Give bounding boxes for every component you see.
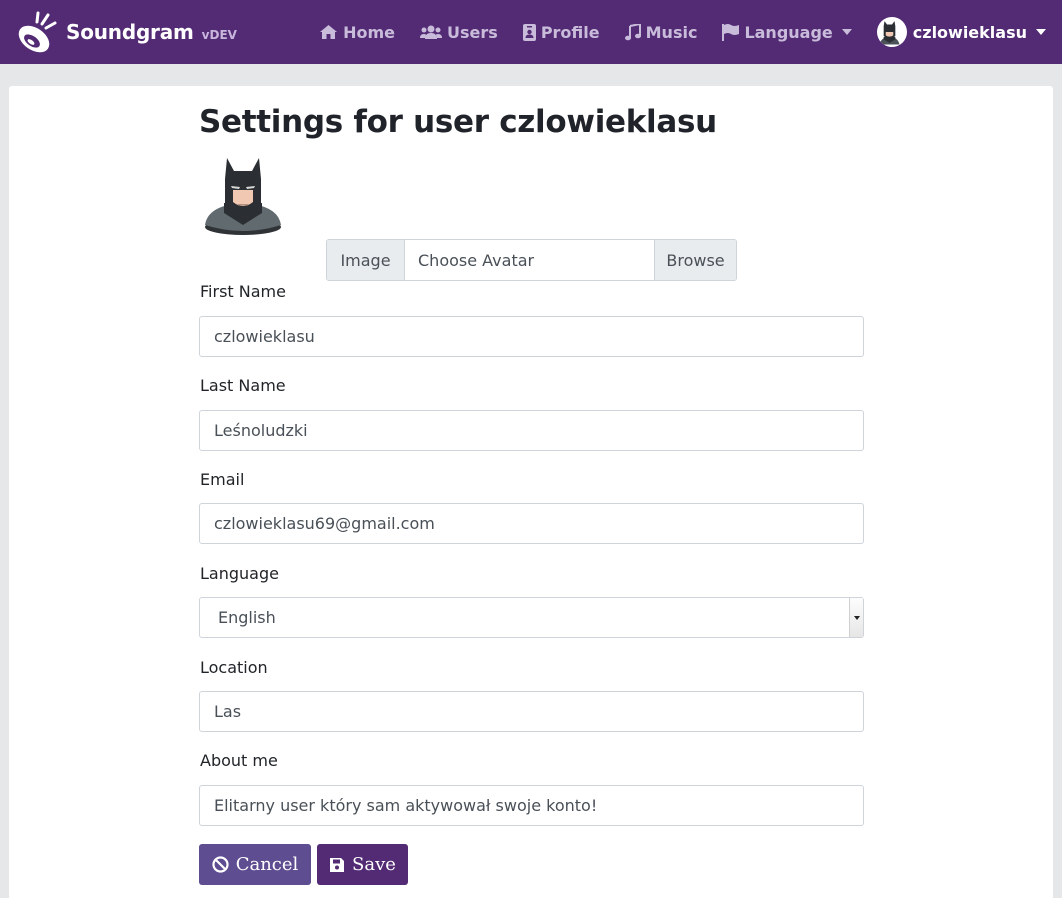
location-input[interactable]: Las (199, 691, 864, 732)
nav-users-label: Users (447, 22, 498, 42)
save-button[interactable]: Save (317, 844, 408, 885)
nav-home[interactable]: Home (319, 23, 395, 42)
save-button-label: Save (352, 854, 396, 875)
select-arrow-icon (849, 598, 863, 637)
ban-icon (212, 856, 229, 873)
nav-music-label: Music (645, 22, 698, 42)
email-input[interactable]: czlowieklasu69@gmail.com (199, 503, 864, 544)
soundgram-logo-icon (18, 11, 57, 53)
cancel-button[interactable]: Cancel (199, 844, 311, 885)
music-note-icon (624, 23, 641, 40)
nav-profile[interactable]: Profile (522, 22, 600, 42)
last-name-label: Last Name (200, 376, 286, 395)
nav-home-label: Home (343, 22, 396, 42)
browse-button[interactable]: Browse (654, 240, 736, 280)
id-card-icon (522, 23, 536, 41)
avatar-file-input[interactable]: Image Choose Avatar Browse (326, 239, 737, 281)
first-name-label: First Name (200, 282, 286, 301)
settings-card (9, 86, 1053, 898)
language-label: Language (200, 564, 279, 583)
cancel-button-label: Cancel (235, 854, 299, 875)
nav-users[interactable]: Users (420, 23, 498, 42)
language-select-value: English (218, 608, 276, 627)
chevron-down-icon (841, 29, 852, 35)
navbar: Soundgram vDEV Home Users Profile Music … (0, 0, 1062, 64)
file-input-placeholder[interactable]: Choose Avatar (405, 240, 654, 280)
location-label: Location (200, 658, 268, 677)
email-label: Email (200, 470, 245, 489)
brand-version: vDEV (201, 27, 237, 42)
first-name-input[interactable]: czlowieklasu (199, 316, 864, 357)
chevron-down-icon (1036, 29, 1046, 35)
about-label: About me (200, 751, 278, 770)
last-name-input[interactable]: Leśnoludzki (199, 410, 864, 451)
nav-language-dropdown[interactable]: Language (722, 22, 852, 42)
nav-menu: Home Users Profile Music Language czlowi… (319, 0, 1062, 64)
users-icon (420, 25, 443, 39)
nav-user-dropdown[interactable]: czlowieklasu (876, 17, 1046, 47)
nav-profile-label: Profile (540, 22, 600, 42)
brand[interactable]: Soundgram vDEV (14, 10, 237, 54)
file-input-prefix: Image (327, 240, 405, 280)
about-input[interactable]: Elitarny user który sam aktywował swoje … (199, 785, 864, 826)
user-avatar (876, 17, 907, 47)
page-title: Settings for user czlowieklasu (199, 104, 717, 140)
language-select[interactable]: English (199, 597, 864, 638)
nav-username: czlowieklasu (912, 22, 1027, 42)
batman-avatar-icon (205, 158, 281, 235)
nav-language-label: Language (744, 22, 833, 42)
save-icon (330, 857, 345, 872)
nav-music[interactable]: Music (624, 22, 698, 42)
brand-name: Soundgram (66, 20, 194, 44)
home-icon (320, 25, 338, 39)
batman-avatar-icon (879, 21, 900, 45)
flag-icon (722, 23, 740, 41)
